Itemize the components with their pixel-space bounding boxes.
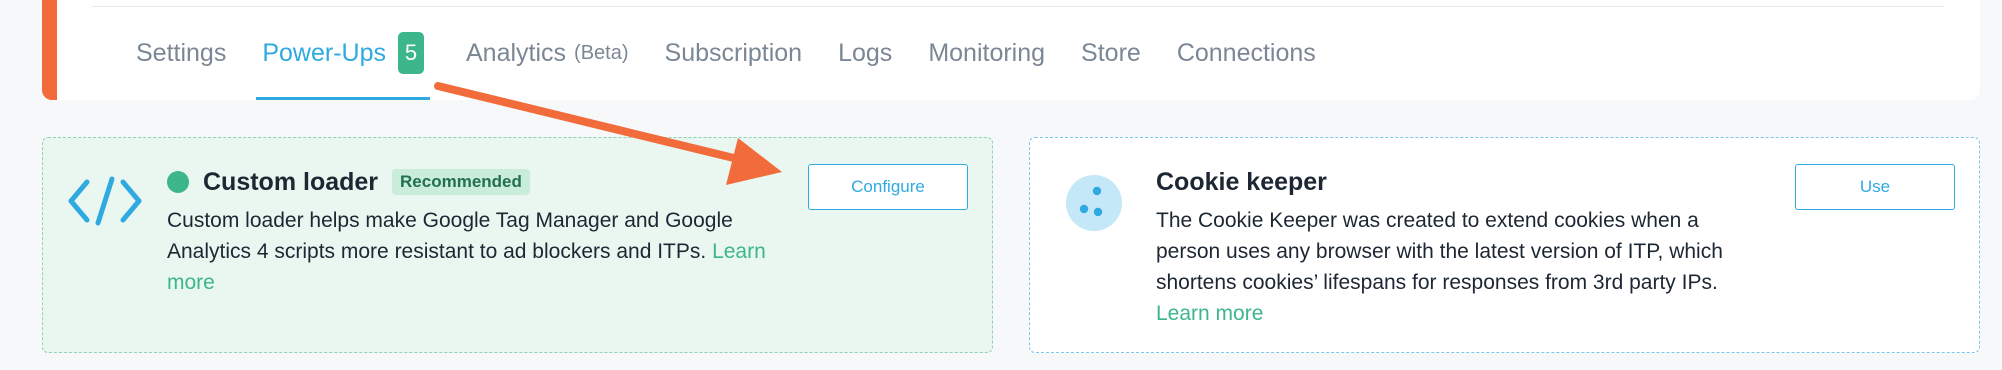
use-button[interactable]: Use [1795, 164, 1955, 210]
tab-label: Power-Ups [262, 39, 386, 67]
tab-store[interactable]: Store [1081, 32, 1141, 100]
tab-power-ups[interactable]: Power-Ups 5 [256, 32, 430, 100]
card-title: Custom loader [203, 167, 379, 196]
custom-loader-card: Custom loader Recommended Custom loader … [42, 137, 993, 353]
tab-label: Logs [838, 39, 893, 67]
status-indicator [167, 171, 189, 193]
tab-label: Connections [1176, 39, 1316, 67]
code-icon [68, 176, 142, 226]
cookie-icon [1066, 175, 1122, 231]
tab-subscription[interactable]: Subscription [665, 32, 803, 100]
card-header: Cookie keeper [1156, 165, 1327, 199]
tab-label: Monitoring [928, 39, 1046, 67]
divider [92, 6, 1944, 7]
power-ups-page: Settings Power-Ups 5 Analytics (Beta) Su… [0, 0, 2002, 370]
card-header: Custom loader Recommended [167, 165, 530, 199]
tab-navigation: Settings Power-Ups 5 Analytics (Beta) Su… [136, 32, 1352, 100]
tab-label: Settings [136, 39, 227, 67]
tab-label: Subscription [664, 39, 803, 67]
card-description: Custom loader helps make Google Tag Mana… [167, 205, 767, 298]
tab-label: Store [1081, 39, 1141, 67]
card-description: The Cookie Keeper was created to extend … [1156, 205, 1756, 329]
tab-settings[interactable]: Settings [136, 32, 226, 100]
tab-monitoring[interactable]: Monitoring [928, 32, 1045, 100]
card-title: Cookie keeper [1156, 167, 1327, 196]
tab-analytics[interactable]: Analytics (Beta) [466, 32, 629, 100]
tab-label: Analytics [466, 39, 567, 67]
tab-connections[interactable]: Connections [1177, 32, 1316, 100]
count-badge: 5 [398, 32, 424, 74]
beta-label: (Beta) [574, 42, 629, 64]
recommended-badge: Recommended [392, 169, 530, 195]
description-text: Custom loader helps make Google Tag Mana… [167, 209, 733, 263]
cookie-keeper-card: Cookie keeper The Cookie Keeper was crea… [1029, 137, 1980, 353]
configure-button[interactable]: Configure [808, 164, 968, 210]
annotation-highlight-bar [42, 0, 57, 100]
learn-more-link[interactable]: Learn more [1156, 302, 1263, 325]
description-text: The Cookie Keeper was created to extend … [1156, 209, 1723, 294]
tab-logs[interactable]: Logs [838, 32, 892, 100]
